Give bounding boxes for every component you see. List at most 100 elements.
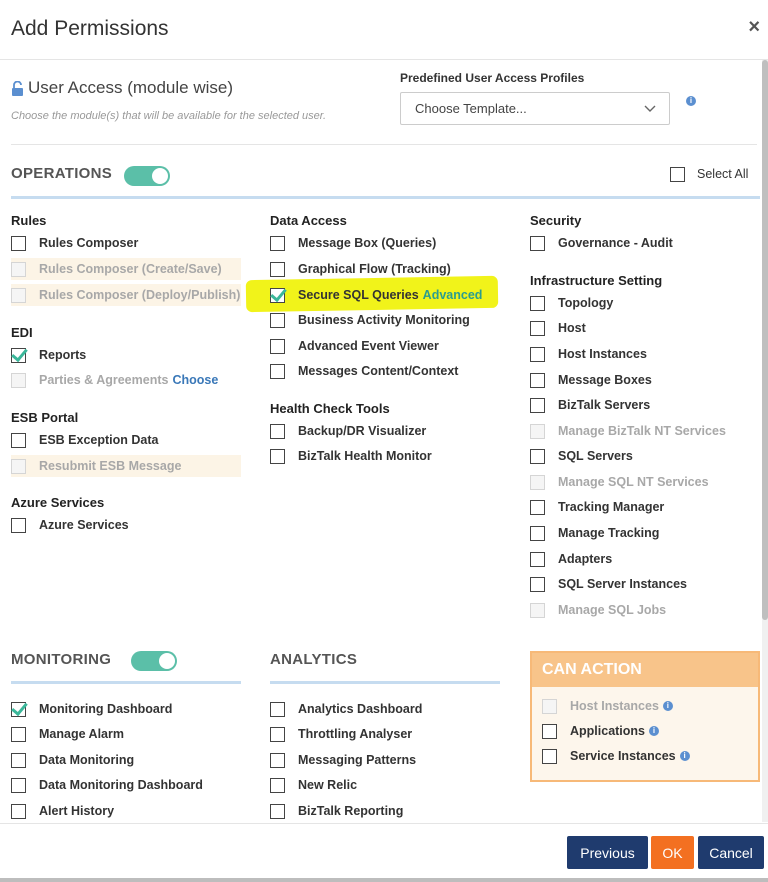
graphical-flow-checkbox[interactable]: Graphical Flow (Tracking): [270, 258, 451, 280]
resubmit-esb-checkbox: Resubmit ESB Message: [11, 455, 241, 477]
host-instances-checkbox[interactable]: Host Instances: [530, 343, 647, 365]
checkbox[interactable]: [270, 338, 285, 354]
checkbox[interactable]: [270, 448, 285, 464]
checkbox[interactable]: [530, 235, 545, 251]
checkbox-label: ESB Exception Data: [39, 433, 159, 447]
data-monitoring-checkbox[interactable]: Data Monitoring: [11, 749, 134, 771]
messages-content-checkbox[interactable]: Messages Content/Context: [270, 360, 458, 382]
checkbox[interactable]: [530, 372, 545, 388]
checkbox[interactable]: [270, 803, 285, 819]
checkbox[interactable]: [670, 166, 685, 182]
sql-server-instances-checkbox[interactable]: SQL Server Instances: [530, 573, 687, 595]
checkbox[interactable]: [542, 748, 557, 764]
sql-servers-checkbox[interactable]: SQL Servers: [530, 445, 633, 467]
checkbox[interactable]: [11, 803, 26, 819]
checkbox[interactable]: [270, 726, 285, 742]
azure-services-checkbox[interactable]: Azure Services: [11, 514, 129, 536]
checkbox[interactable]: [530, 397, 545, 413]
message-boxes-checkbox[interactable]: Message Boxes: [530, 369, 652, 391]
backup-dr-checkbox[interactable]: Backup/DR Visualizer: [270, 420, 426, 442]
checkbox: [530, 474, 545, 490]
monitoring-title: MONITORING: [11, 651, 112, 668]
cancel-button[interactable]: Cancel: [698, 836, 764, 869]
info-icon[interactable]: i: [686, 96, 696, 106]
checkbox[interactable]: [270, 261, 285, 277]
checkbox[interactable]: [11, 752, 26, 768]
checkbox[interactable]: [270, 363, 285, 379]
operations-toggle[interactable]: [124, 166, 170, 186]
biztalk-reporting-checkbox[interactable]: BizTalk Reporting: [270, 800, 403, 822]
bam-checkbox[interactable]: Business Activity Monitoring: [270, 309, 470, 331]
ok-button[interactable]: OK: [651, 836, 694, 869]
unlock-icon: [12, 80, 23, 96]
checkbox[interactable]: [530, 499, 545, 515]
checkbox-label: BizTalk Health Monitor: [298, 449, 432, 463]
checkbox[interactable]: [530, 346, 545, 362]
checkbox[interactable]: [542, 723, 557, 739]
advanced-link[interactable]: Advanced: [423, 288, 483, 302]
checkbox[interactable]: [270, 235, 285, 251]
messaging-patterns-checkbox[interactable]: Messaging Patterns: [270, 749, 416, 771]
scrollbar-thumb[interactable]: [762, 60, 768, 620]
checkbox[interactable]: [530, 448, 545, 464]
info-icon[interactable]: i: [649, 726, 660, 736]
info-icon[interactable]: i: [679, 751, 690, 761]
can-applications-checkbox[interactable]: Applications i: [542, 720, 660, 742]
info-icon[interactable]: i: [662, 701, 673, 711]
checkbox[interactable]: [270, 287, 285, 303]
analytics-dashboard-checkbox[interactable]: Analytics Dashboard: [270, 698, 422, 720]
secure-sql-checkbox[interactable]: Secure SQL Queries Advanced: [270, 284, 482, 306]
checkbox-label: Messaging Patterns: [298, 753, 417, 767]
rules-composer-checkbox[interactable]: Rules Composer: [11, 232, 138, 254]
monitoring-toggle[interactable]: [131, 651, 177, 671]
message-box-checkbox[interactable]: Message Box (Queries): [270, 232, 436, 254]
host-checkbox[interactable]: Host: [530, 317, 586, 339]
checkbox[interactable]: [530, 320, 545, 336]
throttling-analyser-checkbox[interactable]: Throttling Analyser: [270, 723, 412, 745]
checkbox[interactable]: [11, 432, 26, 448]
dialog-title: Add Permissions: [11, 17, 169, 40]
biztalk-servers-checkbox[interactable]: BizTalk Servers: [530, 394, 650, 416]
checkbox[interactable]: [11, 347, 26, 363]
manage-alarm-checkbox[interactable]: Manage Alarm: [11, 723, 124, 745]
topology-checkbox[interactable]: Topology: [530, 292, 613, 314]
checkbox[interactable]: [530, 295, 545, 311]
previous-button[interactable]: Previous: [567, 836, 648, 869]
checkbox[interactable]: [11, 777, 26, 793]
alert-history-checkbox[interactable]: Alert History: [11, 800, 114, 822]
checkbox-label: Message Box (Queries): [298, 236, 437, 250]
tracking-manager-checkbox[interactable]: Tracking Manager: [530, 496, 664, 518]
data-monitoring-dashboard-checkbox[interactable]: Data Monitoring Dashboard: [11, 774, 203, 796]
checkbox[interactable]: [530, 525, 545, 541]
adapters-checkbox[interactable]: Adapters: [530, 548, 612, 570]
reports-checkbox[interactable]: Reports: [11, 344, 86, 366]
checkbox[interactable]: [270, 701, 285, 717]
rules-composer-deploy-checkbox: Rules Composer (Deploy/Publish): [11, 284, 241, 306]
checkbox[interactable]: [270, 312, 285, 328]
checkbox[interactable]: [11, 726, 26, 742]
close-icon[interactable]: ×: [748, 16, 760, 39]
governance-audit-checkbox[interactable]: Governance - Audit: [530, 232, 673, 254]
checkbox[interactable]: [530, 576, 545, 592]
checkbox[interactable]: [270, 752, 285, 768]
new-relic-checkbox[interactable]: New Relic: [270, 774, 357, 796]
checkbox[interactable]: [270, 423, 285, 439]
esb-exception-checkbox[interactable]: ESB Exception Data: [11, 429, 158, 451]
checkbox-label: SQL Server Instances: [558, 577, 688, 591]
checkbox[interactable]: [11, 235, 26, 251]
scrollbar[interactable]: [762, 60, 768, 822]
health-monitor-checkbox[interactable]: BizTalk Health Monitor: [270, 445, 432, 467]
checkbox[interactable]: [11, 701, 26, 717]
can-service-instances-checkbox[interactable]: Service Instances i: [542, 745, 690, 767]
manage-tracking-checkbox[interactable]: Manage Tracking: [530, 522, 659, 544]
select-all-checkbox[interactable]: Select All: [670, 163, 748, 185]
checkbox[interactable]: [11, 517, 26, 533]
checkbox-label: Manage SQL Jobs: [558, 603, 667, 617]
template-select[interactable]: Choose Template...: [400, 92, 670, 125]
event-viewer-checkbox[interactable]: Advanced Event Viewer: [270, 335, 439, 357]
checkbox: [542, 698, 557, 714]
monitoring-dashboard-checkbox[interactable]: Monitoring Dashboard: [11, 698, 172, 720]
checkbox[interactable]: [270, 777, 285, 793]
choose-link[interactable]: Choose: [172, 373, 218, 387]
checkbox[interactable]: [530, 551, 545, 567]
